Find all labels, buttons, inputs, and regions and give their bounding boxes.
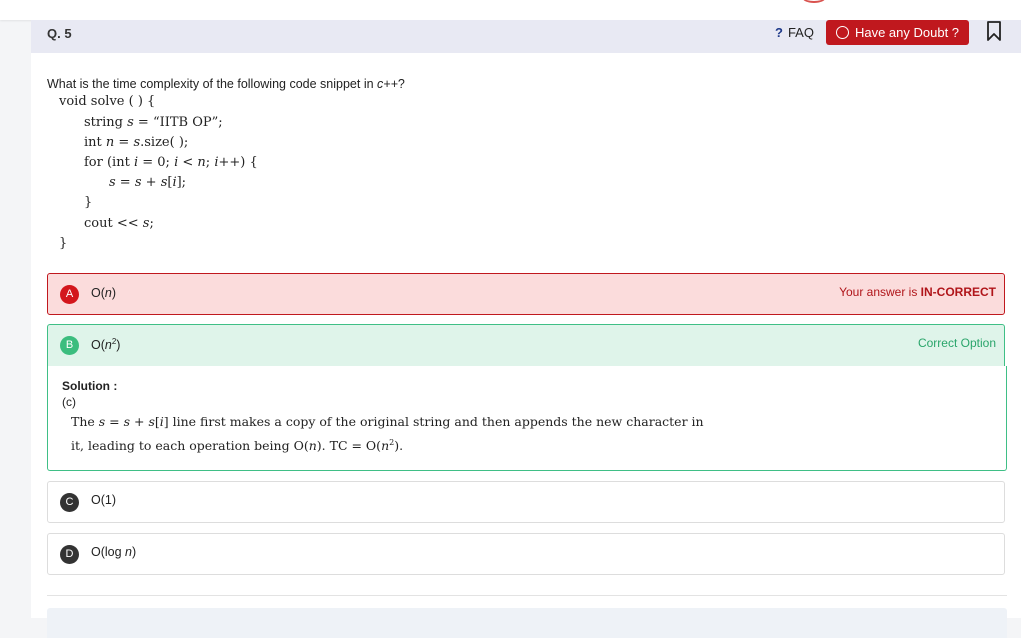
solution-explanation: The s = s + s[i] line first makes a copy… (71, 414, 704, 454)
faq-label: FAQ (787, 25, 814, 40)
chat-bubble-icon (835, 26, 849, 39)
option-letter-badge: A (60, 285, 79, 304)
question-header: Q. 5 ? FAQ Have any Doubt ? (31, 20, 1021, 53)
code-line: void solve ( ) { (59, 94, 156, 109)
doubt-label: Have any Doubt ? (854, 25, 960, 40)
code-line: } (59, 236, 68, 251)
bookmark-icon[interactable] (986, 21, 1002, 41)
code-line: string s = “IITB OP”; (84, 115, 223, 130)
option-letter-badge: D (60, 545, 79, 564)
next-question-card (47, 608, 1007, 638)
code-line: s = s + s[i]; (109, 175, 187, 190)
question-panel: Q. 5 ? FAQ Have any Doubt ? What is the t… (31, 20, 1021, 638)
question-number: Q. 5 (47, 26, 72, 41)
option-letter-badge: C (60, 493, 79, 512)
option-c-text: O(1) (91, 493, 116, 507)
top-bar (0, 0, 1021, 20)
option-a-text: O(n) (91, 286, 117, 300)
option-d-text: O(log n) (91, 545, 137, 559)
option-letter-badge: B (60, 336, 79, 355)
option-b-text: O(n2) (91, 337, 121, 353)
solution-answer: (c) (62, 395, 76, 409)
solution-box: Solution : (c) The s = s + s[i] line fir… (47, 366, 1007, 471)
faq-link[interactable]: ? FAQ (775, 25, 814, 40)
question-text: What is the time complexity of the follo… (47, 77, 405, 91)
have-doubt-button[interactable]: Have any Doubt ? (826, 20, 969, 45)
divider (47, 595, 1007, 596)
incorrect-status: Your answer is IN-CORRECT (839, 285, 996, 299)
option-b[interactable]: B O(n2) Correct Option (47, 324, 1005, 367)
question-mark-icon: ? (775, 25, 783, 40)
code-line: int n = s.size( ); (84, 135, 189, 150)
code-line: } (84, 195, 93, 210)
code-line: for (int i = 0; i < n; i++) { (84, 155, 258, 170)
option-c[interactable]: C O(1) (47, 481, 1005, 523)
option-a[interactable]: A O(n) Your answer is IN-CORRECT (47, 273, 1005, 315)
top-decoration (803, 0, 825, 3)
correct-status: Correct Option (917, 336, 996, 350)
option-d[interactable]: D O(log n) (47, 533, 1005, 575)
code-line: cout << s; (84, 216, 154, 231)
solution-title: Solution : (62, 379, 118, 393)
